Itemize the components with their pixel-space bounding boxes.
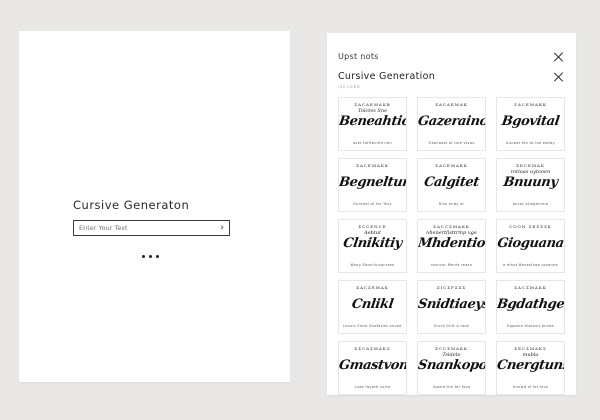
tile-caption: Wsey Eboniluisonrese: [350, 263, 395, 267]
tile-header: ΣΑCΑΕΜΑΚ: [435, 102, 468, 107]
text-input-box[interactable]: ›: [73, 220, 230, 236]
more-dots-icon[interactable]: [142, 255, 159, 258]
close-icon[interactable]: [554, 52, 564, 62]
tile-caption: ranncor Menle reasn: [430, 263, 473, 267]
tile-script-text: Clnikitiy: [342, 236, 403, 251]
tile-caption: Okonoest of lore vtvas: [428, 141, 475, 145]
tile-script-text: Snidtiaeys: [417, 297, 486, 312]
tile-script-text: Cnlikl: [350, 297, 395, 312]
font-tile[interactable]: ΣΑCΕΜΑΚΚ Calgitet Rlus endy ar: [417, 158, 486, 212]
tile-caption: Auueat fen at tse ewtay: [506, 141, 555, 145]
tile-script-text: Bgovital: [500, 114, 561, 129]
tile-header: ΣACCΣΜΑΚΚ: [433, 224, 470, 229]
font-tile[interactable]: ΣΑCΑΕΜΑΚΒ Tolctes Sne Beneahtion oset tofit…: [338, 97, 407, 151]
tile-header: ΣΑCΑΕΜΑΚΒ: [354, 102, 391, 107]
font-tile[interactable]: ΣΙCΣΡΣΣΣ Snidtiaeys Sncrk tcltt a rook: [417, 280, 486, 334]
tile-script-text: Snankopolrs: [417, 358, 486, 373]
tile-header: ΣCCΣΜΑΚΚ: [435, 346, 468, 351]
tile-script-text: Beneahtion: [338, 114, 407, 129]
dot: [142, 255, 145, 258]
font-preview-grid: ΣΑCΑΕΜΑΚΒ Tolctes Sne Beneahtion oset tofit…: [338, 97, 566, 395]
tile-header: ΣCCΕΝCΕ: [358, 224, 387, 229]
tile-header: ΣΑCΣΕΜΑΚ: [356, 285, 389, 290]
dot: [149, 255, 152, 258]
font-tile[interactable]: ΣΑCΕΜΑΚΚ Bgovital Auueat fen at tse ewtay: [496, 97, 565, 151]
panel-top-label: Upst nots: [338, 52, 379, 61]
tile-caption: Gunrest of for Tesy: [353, 202, 392, 206]
tile-header: ΣΙCΣΡΣΣΣ: [436, 285, 467, 290]
tile-header: ΣΑCΕΜΑΚΚ: [514, 102, 547, 107]
tile-header: ΣΑCΕΜΑΚΚ: [435, 163, 468, 168]
font-tile[interactable]: ΣΑCΣΜΑΚΚ Bgdathgen Egaaine thoiaint anvee: [496, 280, 565, 334]
tile-script-text: Gmastvon: [338, 358, 407, 373]
tile-caption: ancot etiogennna: [512, 202, 549, 206]
tile-caption: Upsed the fer feus: [432, 385, 471, 389]
font-tile[interactable]: ΣΑCΕΜΑΚΚ Begneltun Gunrest of for Tesy: [338, 158, 407, 212]
font-tile[interactable]: ΣACCΣΜΑΚΚ nhenertllsttrmp vge Mhdention ran…: [417, 219, 486, 273]
tile-caption: Rlus endy ar: [438, 202, 465, 206]
font-tile[interactable]: ΣΑCΑΕΜΑΚ Gazeraino Okonoest of lore vtvas: [417, 97, 486, 151]
tile-script-text: Calgitet: [423, 175, 480, 190]
dot: [156, 255, 159, 258]
tile-header: COON ΣΕΣΣΣΚ: [509, 224, 552, 229]
tile-script-text: Bnuuny: [502, 175, 559, 190]
tile-caption: Sncrk tcltt a rook: [433, 324, 470, 328]
tile-script-text: Gioguana: [496, 236, 565, 251]
right-results-panel: Upst nots Cursive Generation JSECDBD ΣΑC…: [327, 33, 576, 395]
font-tile[interactable]: ΣΕCΕΜΑΚ rotioas uytooen Bnuuny ancot etioge…: [496, 158, 565, 212]
tile-header: ΣΕCΣΜΑΚΣ: [514, 346, 547, 351]
tile-header: ΣΑCΕΜΑΚΚ: [356, 163, 389, 168]
tile-header: ΣΕCΕΜΑΚ: [516, 163, 545, 168]
panel-title: Cursive Generation: [338, 71, 436, 82]
tile-caption: a efnet Benesfnea rovenne: [503, 263, 558, 267]
font-tile[interactable]: COON ΣΕΣΣΣΚ Gioguana a efnet Benesfnea rov…: [496, 219, 565, 273]
tile-caption: Leusis Enmt Shofasiat anvoe: [343, 324, 402, 328]
tile-caption: Egaaine thoiaint anvee: [506, 324, 555, 328]
tile-header: ΣΣCΑΣΜΑΚΣ: [354, 346, 391, 351]
font-tile[interactable]: ΣCCΕΝCΕ Aebtut Clnikitiy Wsey Eboniluisonre…: [338, 219, 407, 273]
left-generator-panel: Cursive Generaton ›: [19, 31, 290, 382]
tile-script-text: Cnergtuns: [496, 358, 565, 373]
close-icon[interactable]: [554, 72, 564, 82]
font-tile[interactable]: ΣΕCΣΜΑΚΣ mubla Cnergtuns hnnwd of let fera: [496, 341, 565, 395]
tile-header: ΣΑCΣΜΑΚΚ: [514, 285, 547, 290]
font-tile[interactable]: ΣΑCΣΕΜΑΚ Cnlikl Leusis Enmt Shofasiat anvo…: [338, 280, 407, 334]
tile-script-text: Bgdathgen: [496, 297, 565, 312]
font-tile[interactable]: ΣΣCΑΣΜΑΚΣ Gmastvon Lnae fovath curte: [338, 341, 407, 395]
text-input[interactable]: [79, 222, 209, 234]
submit-arrow-icon[interactable]: ›: [220, 221, 224, 235]
font-tile[interactable]: ΣCCΣΜΑΚΚ Tsldete Snankopolrs Upsed the fer …: [417, 341, 486, 395]
tile-script-text: Mhdention: [417, 236, 486, 251]
panel-subtitle: JSECDBD: [338, 85, 361, 89]
tile-script-text: Begneltun: [338, 175, 407, 190]
tile-caption: Lnae fovath curte: [354, 385, 391, 389]
tile-caption: oset tofitecrea nen: [353, 141, 392, 145]
generator-title: Cursive Generaton: [73, 198, 190, 212]
tile-caption: hnnwd of let fera: [512, 385, 549, 389]
tile-script-text: Gazeraino: [417, 114, 486, 129]
